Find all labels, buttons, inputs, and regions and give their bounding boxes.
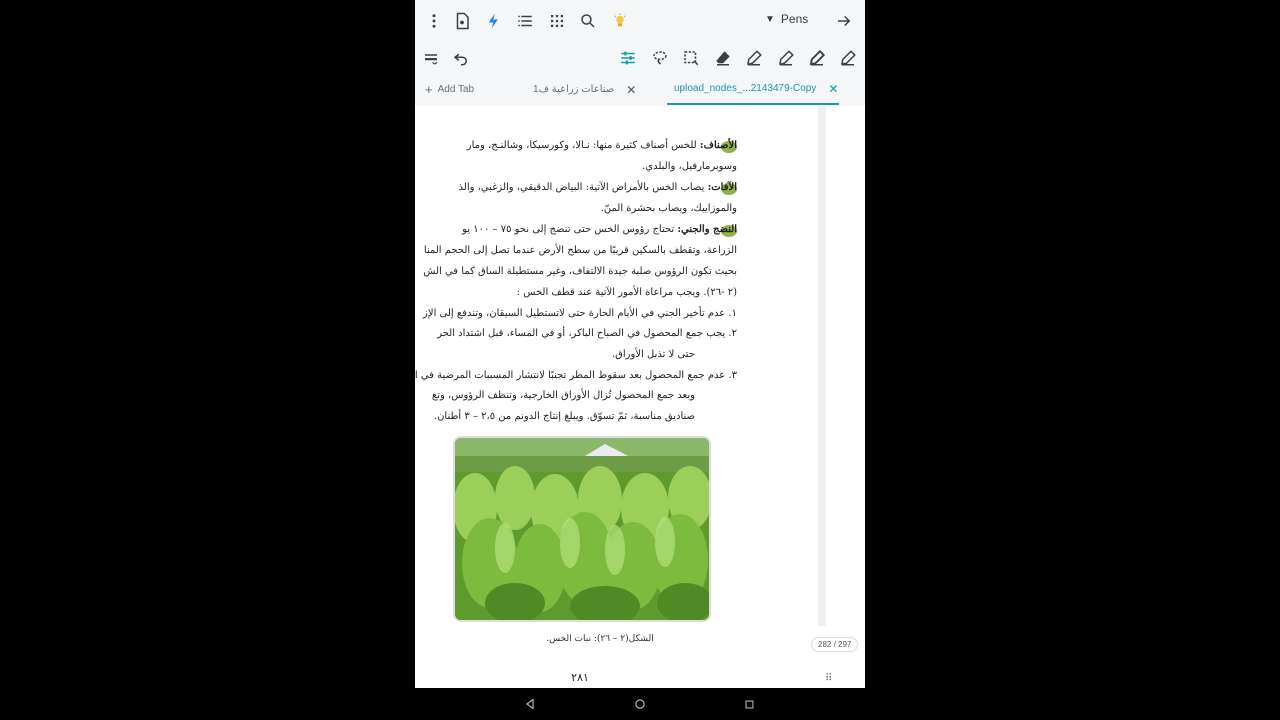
eraser-icon[interactable] xyxy=(711,46,735,70)
line-text: صناديق مناسبة، ثمّ تسوّق. ويبلغ إنتاج ال… xyxy=(433,411,695,422)
text-line: صناديق مناسبة، ثمّ تسوّق. ويبلغ إنتاج ال… xyxy=(434,411,695,422)
page-number: ٢٨١ xyxy=(571,671,589,684)
page-counter-badge[interactable]: 282 / 297 xyxy=(811,637,859,652)
lettuce-photo xyxy=(453,436,711,622)
pen-toolbar xyxy=(415,42,865,74)
marker-icon[interactable] xyxy=(805,46,829,70)
line-label: النضج والجني: xyxy=(677,224,737,235)
tune-icon[interactable] xyxy=(616,46,640,70)
lightning-icon[interactable] xyxy=(482,9,506,33)
close-icon[interactable]: ✕ xyxy=(828,82,838,96)
add-tab-button[interactable]: + Add Tab xyxy=(425,74,474,105)
recents-icon[interactable] xyxy=(741,696,757,712)
more-vert-icon[interactable] xyxy=(422,9,446,33)
document-viewer[interactable]: الأصناف: للخس أصناف كثيرة منها: نـالا، و… xyxy=(415,106,865,688)
home-icon[interactable] xyxy=(632,696,648,712)
text-line: (٢ -٢٦). ويجب مراعاة الأمور الآتية عند ق… xyxy=(517,287,737,298)
back-icon[interactable] xyxy=(522,696,538,712)
text-line: ٢. يجب جمع المحصول في الصباح الباكر، أو … xyxy=(437,328,737,339)
chevron-down-icon: ▼ xyxy=(765,13,775,25)
system-nav-bar xyxy=(415,688,865,720)
tab-document-1[interactable]: صناعات زراعية ف1 ✕ xyxy=(533,74,636,105)
text-line: ٣. عدم جمع المحصول بعد سقوط المطر تجنبًا… xyxy=(415,370,737,381)
tab-label: صناعات زراعية ف1 xyxy=(533,84,615,95)
line-weight-icon[interactable] xyxy=(419,46,443,70)
text-line: الزراعة، وتقطف بالسكين قريبًا من سطح الأ… xyxy=(424,245,737,256)
text-line: الآفات: يصاب الخس بالأمراض الآتية: البيا… xyxy=(459,182,737,193)
scrollbar[interactable] xyxy=(818,106,826,626)
pens-label: Pens xyxy=(780,12,809,26)
lettuce-illustration xyxy=(455,438,709,620)
text-line: وبعد جمع المحصول تُزال الأوراق الخارجية،… xyxy=(432,390,695,401)
line-text: ١. عدم تأخير الجني في الأيام الحارة حتى … xyxy=(423,308,737,319)
text-line: بحيث تكون الرؤوس صلبة جيدة الالتفاف، وغي… xyxy=(423,266,737,277)
line-text: والموزاييك، ويصاب بحشرة المنّ. xyxy=(600,203,737,214)
drag-handle-icon[interactable]: ⠿ xyxy=(825,673,832,684)
tab-bar: + Add Tab صناعات زراعية ف1 ✕ upload_node… xyxy=(415,74,865,107)
line-text: وسوبرمارفيل، والبلدي. xyxy=(642,161,737,172)
text-line: وسوبرمارفيل، والبلدي. xyxy=(642,161,737,172)
list-icon[interactable] xyxy=(513,9,537,33)
line-text: تحتاج رؤوس الخس حتى تنضج إلى نحو ٧٥ – ١٠… xyxy=(462,224,678,235)
top-toolbar: ▼ Pens xyxy=(415,0,865,42)
pen-icon[interactable] xyxy=(742,46,766,70)
tab-label: upload_nodes_...2143479-Copy xyxy=(674,83,817,94)
arrow-forward-icon[interactable] xyxy=(832,9,856,33)
document-icon[interactable] xyxy=(450,9,474,33)
line-text: ٢. يجب جمع المحصول في الصباح الباكر، أو … xyxy=(437,328,737,339)
text-line: ١. عدم تأخير الجني في الأيام الحارة حتى … xyxy=(423,308,737,319)
selection-box-icon[interactable] xyxy=(679,46,703,70)
lightbulb-icon[interactable] xyxy=(608,9,632,33)
text-line: والموزاييك، ويصاب بحشرة المنّ. xyxy=(601,203,737,214)
close-icon[interactable]: ✕ xyxy=(626,83,636,97)
line-label: الآفات: xyxy=(707,182,737,193)
app-window: ▼ Pens + Add Tab صناعات زراعية ف1 ✕ uplo… xyxy=(415,0,865,720)
line-text: للخس أصناف كثيرة منها: نـالا، وكورسيكا، … xyxy=(466,140,700,151)
line-text: ٣. عدم جمع المحصول بعد سقوط المطر تجنبًا… xyxy=(415,370,737,381)
line-label: الأصناف: xyxy=(699,140,737,151)
undo-icon[interactable] xyxy=(449,46,473,70)
pens-dropdown[interactable]: ▼ Pens xyxy=(765,12,808,26)
tab-document-2[interactable]: upload_nodes_...2143479-Copy ✕ xyxy=(667,74,839,105)
text-line: حتى لا تذبل الأوراق. xyxy=(612,349,695,360)
line-text: الزراعة، وتقطف بالسكين قريبًا من سطح الأ… xyxy=(423,245,737,256)
add-tab-label: Add Tab xyxy=(437,84,475,95)
grid-icon[interactable] xyxy=(545,9,569,33)
line-text: وبعد جمع المحصول تُزال الأوراق الخارجية،… xyxy=(431,390,695,401)
plus-icon: + xyxy=(425,82,433,97)
text-line: النضج والجني: تحتاج رؤوس الخس حتى تنضج إ… xyxy=(462,224,737,235)
text-line: الأصناف: للخس أصناف كثيرة منها: نـالا، و… xyxy=(467,140,737,151)
search-icon[interactable] xyxy=(576,9,600,33)
highlighter-icon[interactable] xyxy=(836,46,860,70)
figure-caption: الشكل(٢ – ٢٦): نبات الخس. xyxy=(546,634,654,644)
line-text: (٢ -٢٦). ويجب مراعاة الأمور الآتية عند ق… xyxy=(516,287,737,298)
line-text: بحيث تكون الرؤوس صلبة جيدة الالتفاف، وغي… xyxy=(423,266,737,277)
line-text: يصاب الخس بالأمراض الآتية: البياض الدقيق… xyxy=(458,182,708,193)
lasso-icon[interactable] xyxy=(648,46,672,70)
line-text: حتى لا تذبل الأوراق. xyxy=(611,349,695,360)
pencil-icon[interactable] xyxy=(774,46,798,70)
